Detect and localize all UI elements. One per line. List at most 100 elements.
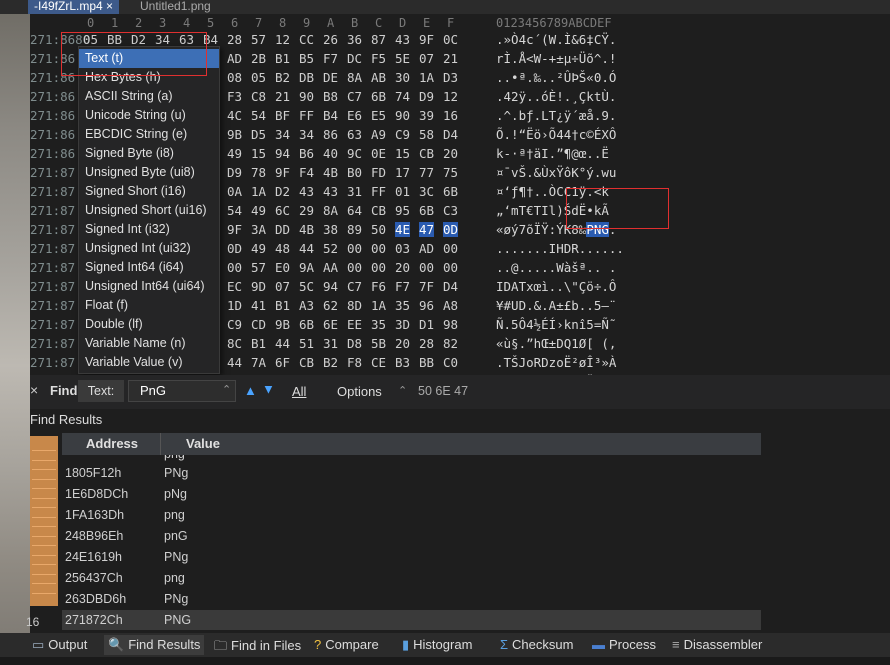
hex-byte[interactable]: 58 — [419, 127, 434, 142]
tab-disassembler[interactable]: ≡ Disassembler — [672, 637, 762, 652]
hex-byte[interactable]: 57 — [251, 260, 266, 275]
tab-find-in-files[interactable]: 🗀 Find in Files — [214, 637, 301, 659]
hex-byte[interactable]: 29 — [299, 203, 314, 218]
hex-byte[interactable]: FF — [371, 184, 386, 199]
hex-byte[interactable]: 78 — [251, 165, 266, 180]
results-overview-scrollbar[interactable] — [30, 436, 58, 606]
hex-row-ascii[interactable]: .^.bƒ.LT¿ÿ´æå.9. — [496, 108, 616, 123]
column-divider[interactable] — [160, 433, 161, 455]
hex-byte[interactable]: 4E — [395, 222, 411, 237]
hex-byte[interactable]: 1D — [227, 298, 242, 313]
hex-byte[interactable]: AB — [371, 70, 386, 85]
search-input-value[interactable]: PnG — [140, 383, 166, 398]
hex-byte[interactable]: 6C — [275, 203, 290, 218]
hex-byte[interactable]: DB — [299, 70, 314, 85]
table-row[interactable]: png — [62, 455, 761, 463]
hex-byte[interactable]: F5 — [371, 51, 386, 66]
hex-byte[interactable]: E5 — [371, 108, 386, 123]
hex-byte[interactable]: FD — [371, 165, 386, 180]
hex-byte[interactable]: 31 — [323, 336, 338, 351]
hex-byte[interactable]: B1 — [275, 51, 290, 66]
hex-byte[interactable]: 43 — [299, 184, 314, 199]
hex-byte[interactable]: A3 — [299, 298, 314, 313]
hex-row-ascii[interactable]: rÌ.Å<W-+±µ÷Üõ^.! — [496, 51, 616, 66]
hex-byte[interactable]: 5B — [371, 336, 386, 351]
hex-byte[interactable]: 8A — [347, 70, 362, 85]
hex-byte[interactable]: 44 — [275, 336, 290, 351]
hex-byte[interactable]: D1 — [419, 317, 434, 332]
tab-checksum[interactable]: Σ Checksum — [500, 637, 573, 652]
hex-row-ascii[interactable]: IDATxœì..\"Çö÷.Ô — [496, 279, 616, 294]
column-header-value[interactable]: Value — [186, 436, 220, 451]
hex-byte[interactable]: 07 — [275, 279, 290, 294]
hex-byte[interactable]: B2 — [323, 355, 338, 370]
dropdown-option[interactable]: Signed Byte (i8) — [79, 144, 219, 163]
dropdown-option[interactable]: Float (f) — [79, 296, 219, 315]
hex-byte[interactable]: 43 — [323, 184, 338, 199]
hex-byte[interactable]: 43 — [395, 32, 410, 47]
hex-byte[interactable]: 26 — [323, 32, 338, 47]
hex-byte[interactable]: E0 — [275, 260, 290, 275]
hex-byte[interactable]: 00 — [347, 260, 362, 275]
hex-byte[interactable]: 9B — [275, 317, 290, 332]
hex-byte[interactable]: F4 — [299, 165, 314, 180]
find-next-icon[interactable]: ▲ — [262, 383, 275, 398]
hex-byte[interactable]: 54 — [251, 108, 266, 123]
hex-byte[interactable]: B3 — [395, 355, 410, 370]
hex-byte[interactable]: 6F — [275, 355, 290, 370]
hex-byte[interactable]: C9 — [227, 317, 242, 332]
hex-row-ascii[interactable]: .......IHDR.....­. — [496, 241, 624, 256]
hex-byte[interactable]: 9B — [227, 127, 242, 142]
hex-byte[interactable]: 7F — [419, 279, 434, 294]
hex-byte[interactable]: A9 — [371, 127, 386, 142]
hex-byte[interactable]: 4C — [227, 108, 242, 123]
hex-byte[interactable]: 44 — [299, 241, 314, 256]
hex-byte[interactable]: B0 — [347, 165, 362, 180]
tab-process[interactable]: ▬ Process — [592, 637, 656, 652]
find-type-select[interactable]: Text: — [78, 380, 124, 402]
hex-byte[interactable]: 77 — [419, 165, 434, 180]
find-type-dropdown[interactable]: Text (t) Hex Bytes (h) ASCII String (a) Uni… — [78, 46, 220, 374]
hex-byte[interactable]: A8 — [443, 298, 458, 313]
hex-byte[interactable]: 34 — [275, 127, 290, 142]
hex-byte[interactable]: B1 — [251, 336, 266, 351]
hex-row-ascii[interactable]: k-·ª†äI.”¶@œ..Ë — [496, 146, 616, 161]
dropdown-option[interactable]: Double (lf) — [79, 315, 219, 334]
hex-byte[interactable]: 9F — [227, 222, 242, 237]
hex-byte[interactable]: 00 — [443, 241, 458, 256]
hex-byte[interactable]: C9 — [395, 127, 410, 142]
hex-byte[interactable]: 07 — [419, 51, 434, 66]
hex-byte[interactable]: BB — [419, 355, 434, 370]
chevron-up-icon[interactable]: ⌃ — [398, 384, 407, 397]
hex-byte[interactable]: D9 — [227, 165, 242, 180]
hex-byte[interactable]: 6B — [371, 89, 386, 104]
options-button[interactable]: Options — [337, 384, 382, 399]
tab-mp4-file[interactable]: -I49fZrL.mp4 × — [28, 0, 120, 14]
hex-byte[interactable]: F7 — [323, 51, 338, 66]
hex-byte[interactable]: 8D — [347, 298, 362, 313]
hex-byte[interactable]: 49 — [251, 203, 266, 218]
close-icon[interactable]: × — [30, 382, 38, 398]
hex-byte[interactable]: DC — [347, 51, 362, 66]
chevron-up-icon[interactable]: ⌃ — [222, 383, 231, 396]
hex-byte[interactable]: B4 — [323, 108, 338, 123]
tab-histogram[interactable]: ▮ Histogram — [402, 637, 472, 653]
dropdown-option[interactable]: Unicode String (u) — [79, 106, 219, 125]
hex-byte[interactable]: D5 — [251, 127, 266, 142]
hex-byte[interactable]: AD — [227, 51, 242, 66]
dropdown-option[interactable]: Variable Name (n) — [79, 334, 219, 353]
hex-byte[interactable]: 4B — [299, 222, 314, 237]
hex-byte[interactable]: DE — [323, 70, 338, 85]
hex-byte[interactable]: 90 — [299, 89, 314, 104]
hex-byte[interactable]: DD — [275, 222, 290, 237]
hex-byte[interactable]: 20 — [443, 146, 458, 161]
hex-byte[interactable]: 90 — [395, 108, 410, 123]
hex-byte[interactable]: F8 — [347, 355, 362, 370]
hex-byte[interactable]: 48 — [275, 241, 290, 256]
table-row[interactable]: 256437Ch png — [62, 568, 761, 588]
dropdown-option[interactable]: ASCII String (a) — [79, 87, 219, 106]
hex-byte[interactable]: F7 — [395, 279, 410, 294]
hex-byte[interactable]: CC — [299, 32, 314, 47]
table-row[interactable]: 248B96Eh pnG — [62, 526, 761, 546]
hex-byte[interactable]: 49 — [251, 241, 266, 256]
